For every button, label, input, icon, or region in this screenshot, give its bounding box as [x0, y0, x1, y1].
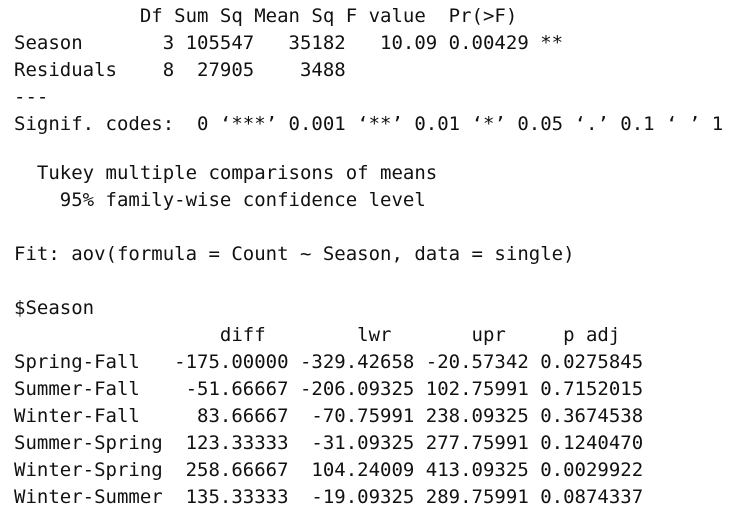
tukey-row: Winter-Summer 135.33333 -19.09325 289.75… — [14, 486, 644, 508]
tukey-confidence: 95% family-wise confidence level — [14, 189, 426, 211]
anova-row-residuals: Residuals 8 27905 3488 — [14, 59, 541, 81]
anova-row-season: Season 3 105547 35182 10.09 0.00429 ** — [14, 32, 564, 54]
tukey-row: Winter-Spring 258.66667 104.24009 413.09… — [14, 459, 644, 481]
tukey-row: Spring-Fall -175.00000 -329.42658 -20.57… — [14, 351, 644, 373]
tukey-title: Tukey multiple comparisons of means — [14, 162, 438, 184]
tukey-row: Winter-Fall 83.66667 -70.75991 238.09325… — [14, 405, 644, 427]
tukey-row: Summer-Spring 123.33333 -31.09325 277.75… — [14, 432, 644, 454]
tukey-row: Summer-Fall -51.66667 -206.09325 102.759… — [14, 378, 644, 400]
tukey-fit: Fit: aov(formula = Count ~ Season, data … — [14, 243, 575, 265]
signif-codes: Signif. codes: 0 ‘***’ 0.001 ‘**’ 0.01 ‘… — [14, 113, 724, 135]
r-console-output: Df Sum Sq Mean Sq F value Pr(>F) Season … — [0, 0, 745, 516]
tukey-factor-label: $Season — [14, 297, 95, 319]
anova-header: Df Sum Sq Mean Sq F value Pr(>F) — [14, 5, 552, 27]
anova-separator: --- — [14, 86, 49, 108]
tukey-table-header: diff lwr upr p adj — [14, 324, 621, 346]
